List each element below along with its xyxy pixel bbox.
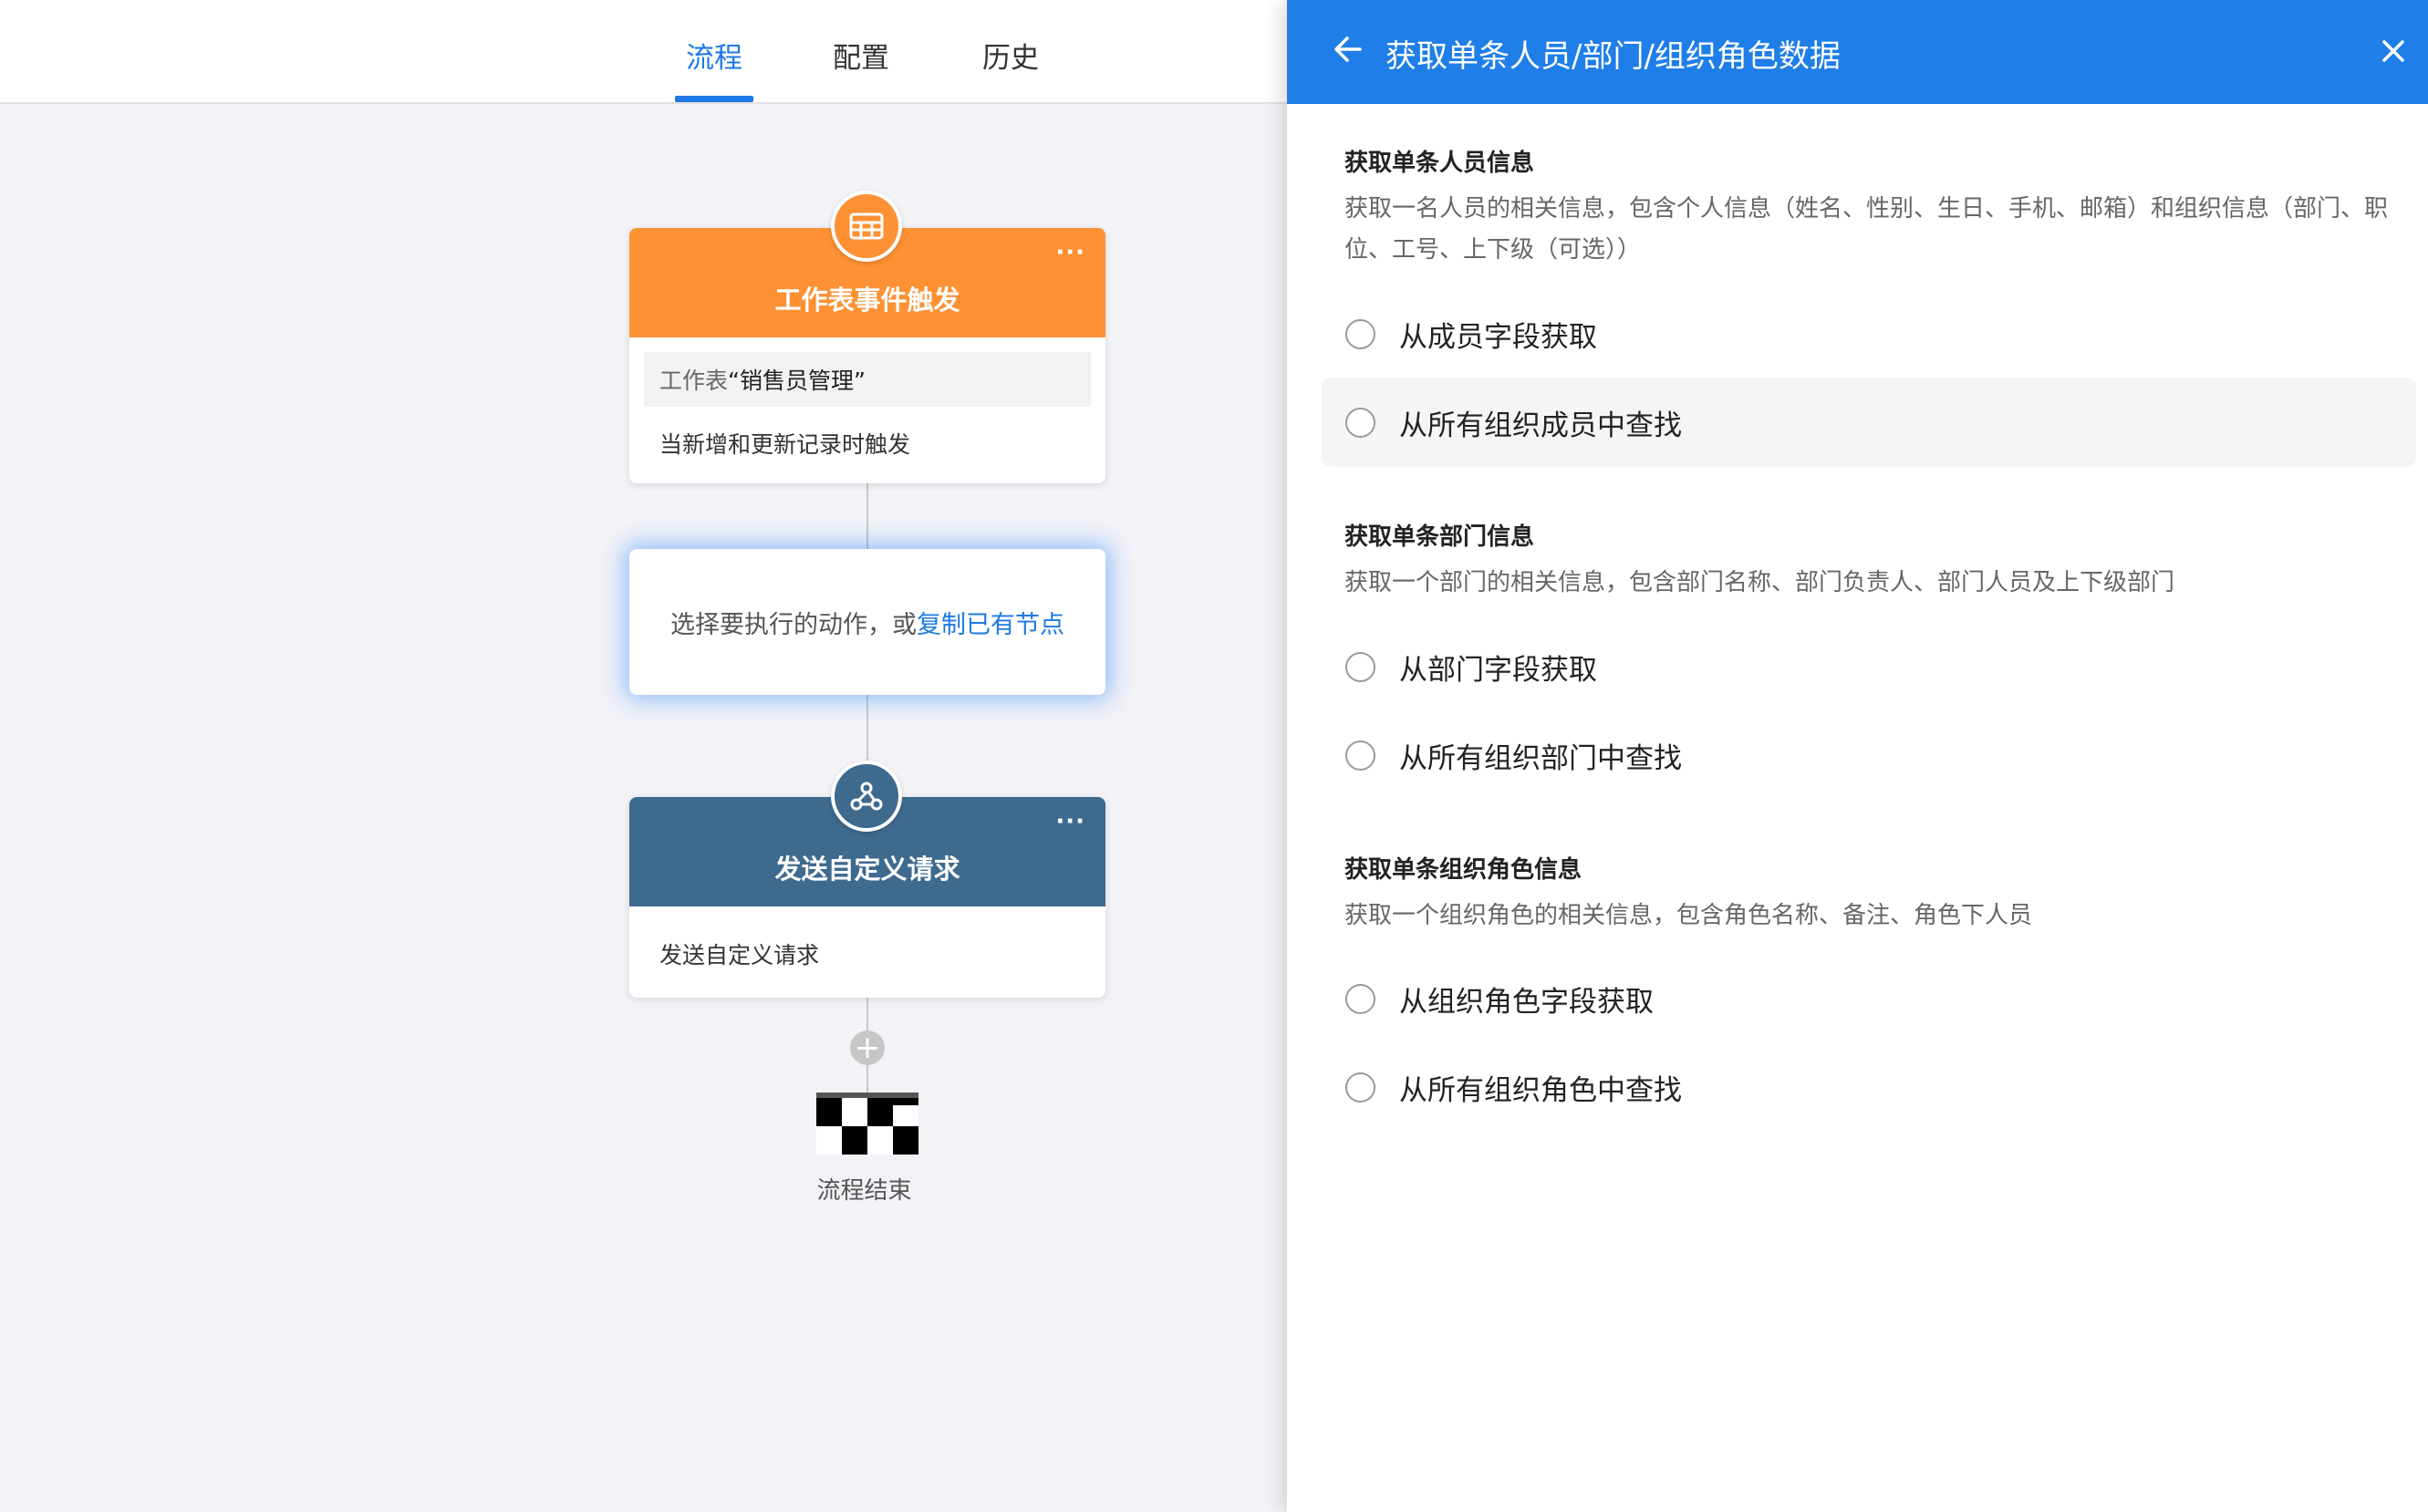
panel-title: 获取单条人员/部门/组织角色数据: [1385, 38, 1841, 75]
copy-existing-node-link[interactable]: 复制已有节点: [917, 605, 1064, 640]
section-desc-person: 获取一名人员的相关信息，包含个人信息（姓名、性别、生日、手机、邮箱）和组织信息（…: [1344, 195, 2389, 264]
option-search-all-departments[interactable]: 从所有组织部门中查找: [1322, 710, 2416, 800]
option-label: 从成员字段获取: [1399, 320, 1597, 354]
panel-header: 获取单条人员/部门/组织角色数据: [1287, 0, 2428, 104]
more-options-icon[interactable]: ···: [1055, 810, 1085, 834]
add-node-button[interactable]: +: [850, 1030, 885, 1065]
table-icon: [831, 191, 902, 262]
section-title-person: 获取单条人员信息: [1344, 150, 1535, 177]
option-label: 从所有组织成员中查找: [1399, 409, 1682, 442]
radio-button[interactable]: [1345, 740, 1375, 771]
close-icon[interactable]: [2381, 38, 2406, 64]
finish-flag-icon: [816, 1093, 918, 1155]
section-title-department: 获取单条部门信息: [1344, 523, 1535, 551]
sheet-prefix: 工作表: [659, 368, 729, 394]
radio-button[interactable]: [1345, 651, 1375, 682]
trigger-sheet-box: 工作表 “销售员管理”: [644, 352, 1091, 407]
tab-config[interactable]: 配置: [833, 35, 889, 102]
radio-button[interactable]: [1345, 407, 1375, 438]
config-side-panel: 获取单条人员/部门/组织角色数据 获取单条人员信息 获取一名人员的相关信息，包含…: [1287, 0, 2428, 1512]
action-placeholder-text: 选择要执行的动作，或: [670, 610, 917, 639]
section-desc-department: 获取一个部门的相关信息，包含部门名称、部门负责人、部门人员及上下级部门: [1344, 569, 2175, 596]
tab-flow[interactable]: 流程: [675, 35, 753, 102]
option-label: 从所有组织部门中查找: [1399, 741, 1682, 775]
section-title-role: 获取单条组织角色信息: [1344, 856, 1582, 884]
radio-button[interactable]: [1345, 983, 1375, 1014]
option-role-field[interactable]: 从组织角色字段获取: [1322, 954, 2416, 1043]
webhook-icon: [831, 761, 902, 832]
option-search-all-members[interactable]: 从所有组织成员中查找: [1322, 378, 2416, 467]
action-placeholder-card[interactable]: 选择要执行的动作，或 复制已有节点: [629, 549, 1105, 695]
section-desc-role: 获取一个组织角色的相关信息，包含角色名称、备注、角色下人员: [1344, 902, 2033, 929]
option-label: 从部门字段获取: [1399, 653, 1597, 687]
trigger-description: 当新增和更新记录时触发: [659, 431, 911, 458]
tab-history[interactable]: 历史: [982, 35, 1039, 102]
option-label: 从所有组织角色中查找: [1399, 1073, 1682, 1107]
webhook-node-title: 发送自定义请求: [774, 854, 960, 885]
more-options-icon[interactable]: ···: [1055, 241, 1085, 264]
top-bar: 流程 配置 历史: [0, 0, 1287, 104]
option-label: 从组织角色字段获取: [1399, 985, 1654, 1019]
back-arrow-icon[interactable]: [1333, 35, 1362, 64]
radio-button[interactable]: [1345, 1072, 1375, 1103]
option-member-field[interactable]: 从成员字段获取: [1322, 289, 2416, 378]
radio-button[interactable]: [1345, 318, 1375, 349]
webhook-description: 发送自定义请求: [659, 942, 820, 968]
sheet-name: “销售员管理”: [728, 368, 866, 394]
option-search-all-roles[interactable]: 从所有组织角色中查找: [1322, 1042, 2416, 1132]
trigger-node-card[interactable]: ··· 工作表事件触发 工作表 “销售员管理” 当新增和更新记录时触发: [629, 228, 1105, 483]
option-department-field[interactable]: 从部门字段获取: [1322, 622, 2416, 711]
trigger-node-title: 工作表事件触发: [774, 285, 960, 316]
